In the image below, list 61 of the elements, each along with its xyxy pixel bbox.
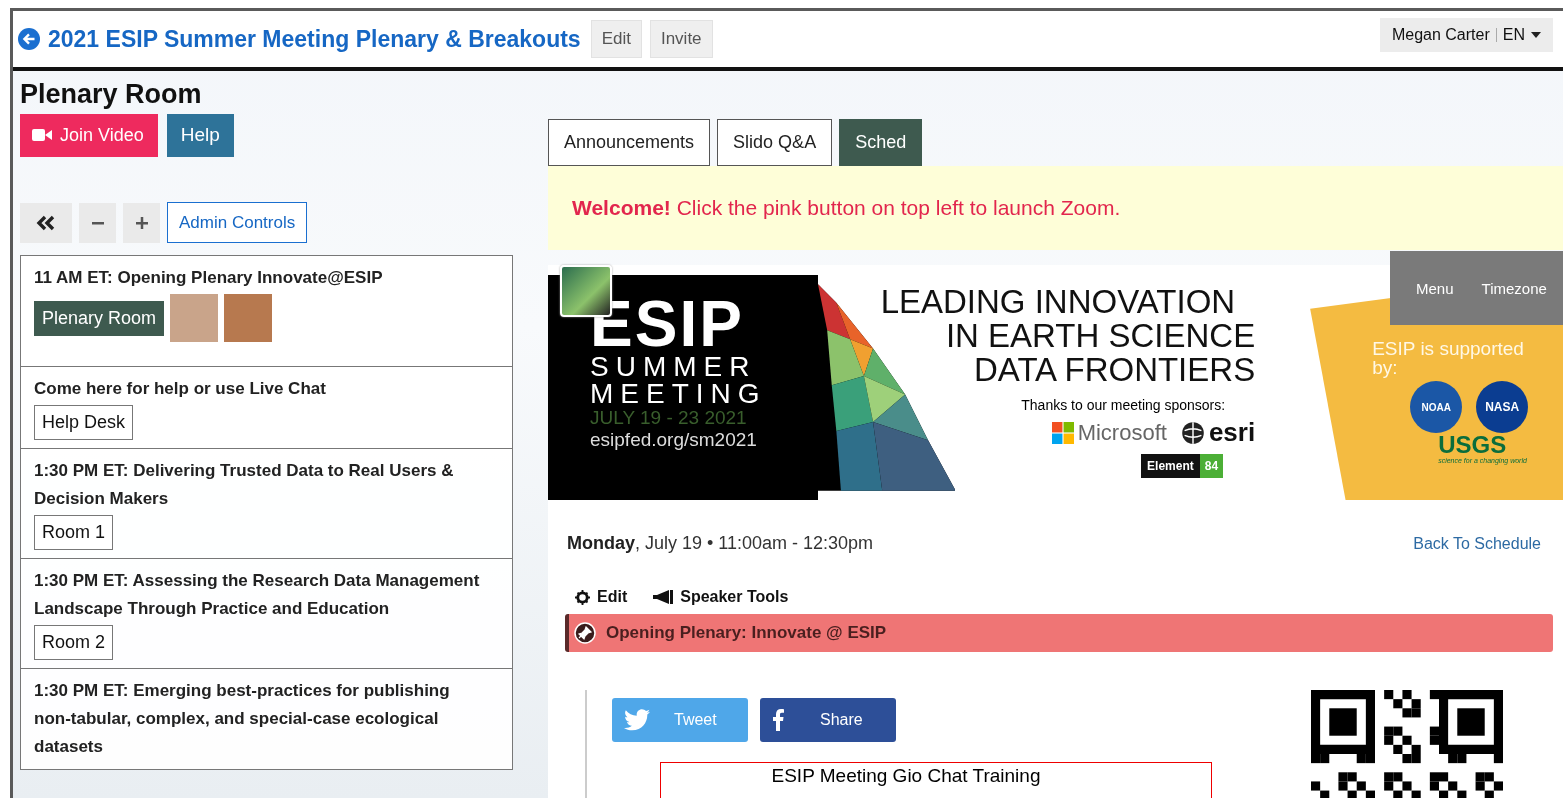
banner-text: MEETING xyxy=(590,380,768,407)
video-camera-icon xyxy=(32,128,52,142)
nav-link[interactable]: Timezone xyxy=(1481,279,1547,297)
agency-logo-text: USGS xyxy=(1438,433,1508,457)
room-title: Plenary Room xyxy=(20,79,203,110)
agency-logo: NASA xyxy=(1476,381,1529,433)
sponsor-name: 84 xyxy=(1199,454,1224,478)
plus-icon xyxy=(135,216,148,229)
tab[interactable]: Announcements xyxy=(548,119,711,166)
header-button[interactable]: Invite xyxy=(649,20,713,58)
admin-controls-button[interactable]: Admin Controls xyxy=(167,202,308,243)
double-chevron-icon xyxy=(36,214,56,231)
room-button[interactable]: Plenary Room xyxy=(34,300,165,336)
megaphone-icon xyxy=(653,590,674,604)
banner-url: esipfed.org/sm2021 xyxy=(590,429,758,451)
session-title: 1:30 PM ET: Assessing the Research Data Management Landscape Through Practice and Education xyxy=(34,570,481,620)
room-button[interactable]: Room 1 xyxy=(34,515,114,550)
f-letter-icon xyxy=(772,709,784,731)
tool-link[interactable]: Speaker Tools xyxy=(653,588,789,606)
session-title: 11 AM ET: Opening Plenary Innovate@ESIP xyxy=(34,267,384,289)
agency-logo: NOAA xyxy=(1410,381,1463,433)
header-button[interactable]: Edit xyxy=(590,20,642,58)
banner-headline: LEADING INNOVATION xyxy=(880,285,1236,319)
page-title-link[interactable]: 2021 ESIP Summer Meeting Plenary & Breakouts xyxy=(48,25,581,53)
globe-icon xyxy=(1180,420,1205,445)
help-button[interactable]: Help xyxy=(166,114,234,157)
caret-icon xyxy=(1531,32,1541,38)
session-title: 1:30 PM ET: Delivering Trusted Data to Real Users & Decision Makers xyxy=(34,460,455,510)
nav-link[interactable]: Menu xyxy=(1416,279,1454,297)
banner-dates: JULY 19 - 23 2021 xyxy=(590,407,748,429)
speaker-photo-placeholder xyxy=(224,294,273,342)
banner-text: ESIP is supported by: xyxy=(1372,339,1525,377)
session-title: 1:30 PM ET: Emerging best-practices for publishing non-tabular, complex, and special-case ecological datasets xyxy=(34,680,451,758)
pin-icon xyxy=(574,622,596,644)
banner-headline: IN EARTH SCIENCE xyxy=(945,319,1256,353)
tab[interactable]: Sched xyxy=(839,119,923,166)
zoom-in-button[interactable] xyxy=(123,202,160,243)
speaker-photo-placeholder xyxy=(170,294,219,342)
tab[interactable]: Slido Q&A xyxy=(717,119,833,166)
sponsor-name: esri xyxy=(1208,417,1256,448)
sponsor-name: Element xyxy=(1141,454,1200,478)
banner-headline: DATA FRONTIERS xyxy=(974,353,1256,387)
event-title: Opening Plenary: Innovate @ ESIP xyxy=(606,623,887,643)
user-menu-button[interactable]: Megan Carter EN xyxy=(1379,18,1553,52)
tool-link[interactable]: Edit xyxy=(575,588,628,606)
session-title: Come here for help or use Live Chat xyxy=(34,378,327,400)
room-button[interactable]: Room 2 xyxy=(34,625,114,660)
bird-icon xyxy=(624,709,650,731)
collapse-button[interactable] xyxy=(20,202,72,243)
join-video-button[interactable]: Join Video xyxy=(20,114,158,157)
banner-text: SUMMER xyxy=(590,353,758,380)
room-button[interactable]: Help Desk xyxy=(34,405,134,440)
four-squares-logo-icon xyxy=(1051,421,1074,444)
gear-icon xyxy=(575,589,590,605)
share-button[interactable]: Share xyxy=(760,698,896,742)
event-date: Monday, July 19 • 11:00am - 12:30pm xyxy=(567,533,874,554)
sponsor-name: Microsoft xyxy=(1077,419,1167,446)
welcome-message: Welcome! Click the pink button on top left to launch Zoom. xyxy=(572,196,1121,220)
back-to-schedule-link[interactable]: Back To Schedule xyxy=(1413,534,1541,553)
banner-text: Thanks to our meeting sponsors: xyxy=(1021,397,1226,413)
document-title: ESIP Meeting Gio Chat Training xyxy=(770,764,1042,787)
